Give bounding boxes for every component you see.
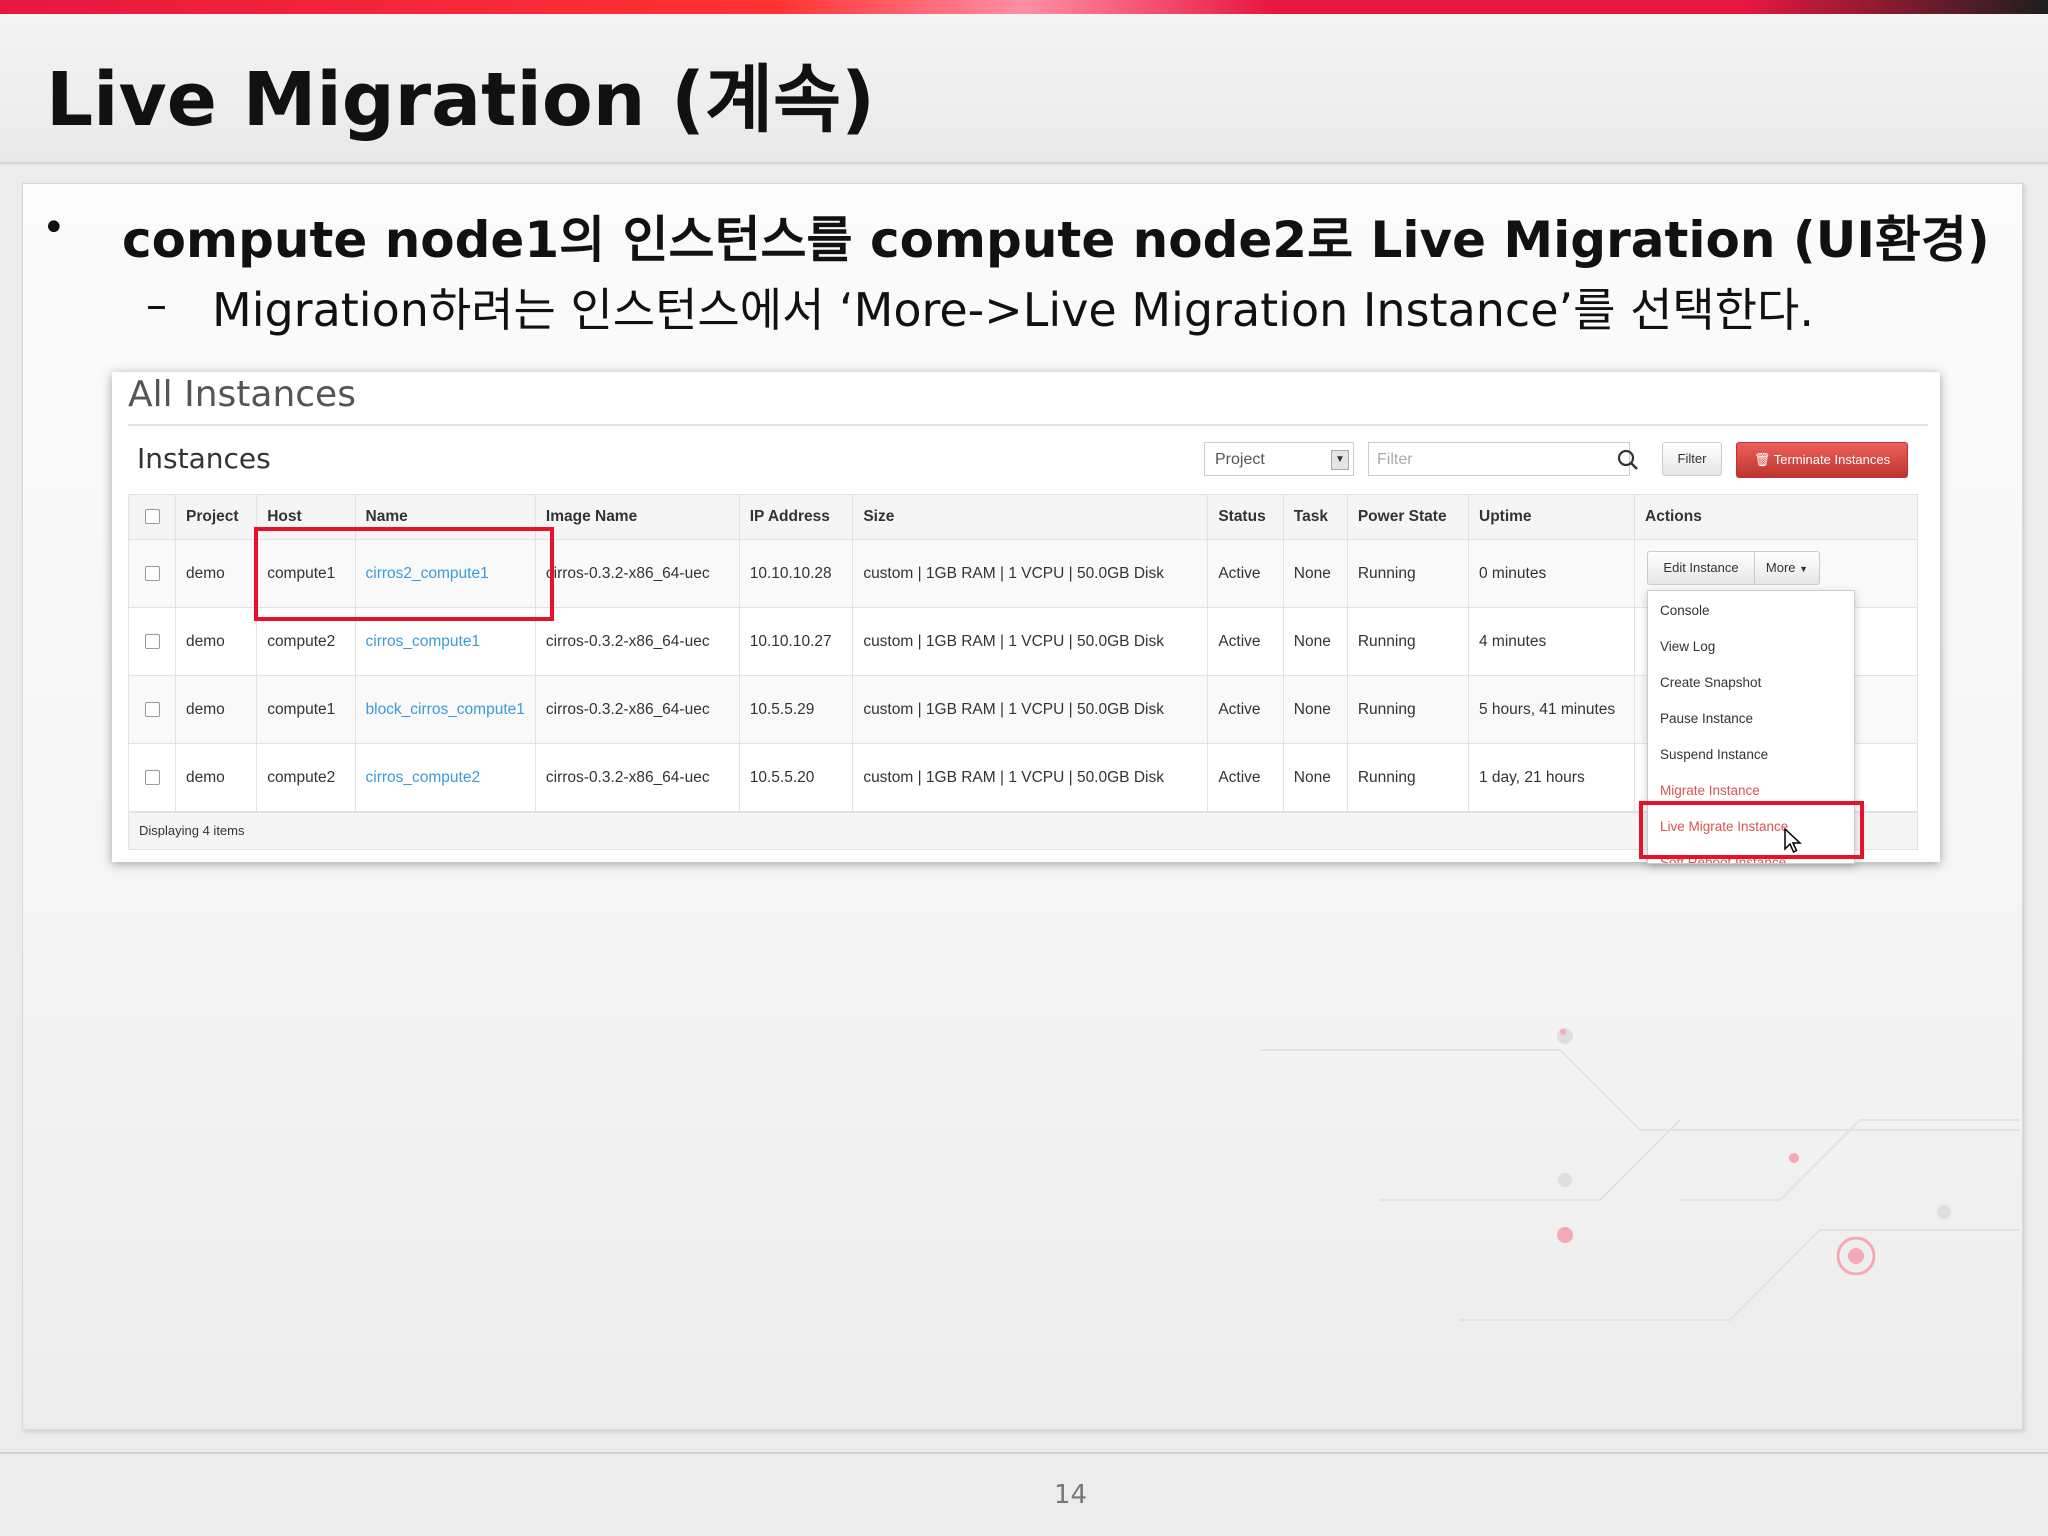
instance-name-link[interactable]: block_cirros_compute1 [354, 675, 536, 744]
row-select-cell [128, 743, 176, 812]
select-all-checkbox[interactable] [144, 509, 160, 525]
cell-task: None [1282, 675, 1348, 744]
cell-image: cirros-0.3.2-x86_64-uec [534, 743, 740, 812]
page-number: 14 [1054, 1480, 1088, 1510]
cell-status: Active [1207, 607, 1284, 676]
column-header[interactable]: Uptime [1468, 494, 1635, 540]
row-checkbox[interactable] [144, 565, 160, 581]
circuit-decoration [1260, 1028, 2020, 1321]
row-select-cell [128, 675, 176, 744]
cell-uptime: 1 day, 21 hours [1468, 743, 1635, 812]
footer-divider [0, 1452, 2048, 1454]
cell-size: custom | 1GB RAM | 1 VCPU | 50.0GB Disk [852, 607, 1209, 676]
search-icon[interactable] [1617, 449, 1639, 471]
project-select-value: Project [1215, 451, 1265, 468]
column-header[interactable]: Status [1207, 494, 1284, 540]
cell-size: custom | 1GB RAM | 1 VCPU | 50.0GB Disk [852, 539, 1209, 608]
page-title: All Instances [128, 374, 356, 415]
column-header[interactable]: Project [174, 494, 258, 540]
bullet-marker: • [42, 205, 66, 251]
cell-image: cirros-0.3.2-x86_64-uec [534, 675, 740, 744]
cell-task: None [1282, 743, 1348, 812]
highlight-instance-box [254, 527, 554, 621]
title-divider [128, 424, 1928, 426]
menu-item-view-log[interactable]: View Log [1660, 639, 1715, 654]
column-header[interactable]: Size [852, 494, 1209, 540]
column-header[interactable]: Task [1282, 494, 1348, 540]
cell-ip: 10.10.10.27 [738, 607, 854, 676]
row-select-cell [128, 607, 176, 676]
instance-name-link[interactable]: cirros_compute2 [354, 743, 536, 812]
chevron-down-icon: ▼ [1331, 450, 1349, 470]
slide-title: Live Migration (계속) [46, 57, 875, 143]
cell-size: custom | 1GB RAM | 1 VCPU | 50.0GB Disk [852, 675, 1209, 744]
cell-uptime: 0 minutes [1468, 539, 1635, 608]
cell-image: cirros-0.3.2-x86_64-uec [534, 607, 740, 676]
sub-bullet-marker: – [146, 280, 167, 329]
cell-ip: 10.10.10.28 [738, 539, 854, 608]
column-header[interactable]: IP Address [738, 494, 854, 540]
highlight-live-migrate-box [1639, 801, 1864, 859]
cell-task: None [1282, 607, 1348, 676]
row-select-cell [128, 539, 176, 608]
cell-ip: 10.5.5.29 [738, 675, 854, 744]
cell-power: Running [1346, 743, 1470, 812]
cell-power: Running [1346, 539, 1470, 608]
cell-project: demo [174, 675, 258, 744]
column-header[interactable]: Power State [1346, 494, 1470, 540]
column-header: Actions [1634, 494, 1918, 540]
column-header[interactable]: Image Name [534, 494, 740, 540]
cell-host: compute2 [256, 743, 356, 812]
filter-button[interactable]: Filter [1662, 442, 1722, 476]
row-checkbox[interactable] [144, 633, 160, 649]
table-title: Instances [137, 442, 271, 475]
cell-image: cirros-0.3.2-x86_64-uec [534, 539, 740, 608]
filter-input[interactable]: Filter [1368, 442, 1630, 476]
cell-project: demo [174, 539, 258, 608]
cell-status: Active [1207, 743, 1284, 812]
cell-project: demo [174, 743, 258, 812]
menu-item-console[interactable]: Console [1660, 603, 1710, 618]
cell-status: Active [1207, 675, 1284, 744]
terminate-button-label: Terminate Instances [1773, 452, 1891, 467]
row-checkbox[interactable] [144, 769, 160, 785]
cell-ip: 10.5.5.20 [738, 743, 854, 812]
cell-power: Running [1346, 675, 1470, 744]
more-button[interactable]: More ▼ [1754, 551, 1820, 585]
cell-status: Active [1207, 539, 1284, 608]
cell-host: compute1 [256, 675, 356, 744]
bullet-sub-text: Migration하려는 인스턴스에서 ‘More->Live Migratio… [212, 283, 1814, 337]
bullet-main-text: compute node1의 인스턴스를 compute node2로 Live… [122, 211, 1990, 269]
cell-size: custom | 1GB RAM | 1 VCPU | 50.0GB Disk [852, 743, 1209, 812]
cell-uptime: 4 minutes [1468, 607, 1635, 676]
menu-item-migrate-instance[interactable]: Migrate Instance [1660, 783, 1760, 798]
cell-power: Running [1346, 607, 1470, 676]
terminate-instances-button[interactable]: 🗑 Terminate Instances [1736, 442, 1908, 478]
cell-project: demo [174, 607, 258, 676]
select-all-header [128, 494, 176, 540]
trash-icon: 🗑 [1753, 452, 1771, 467]
menu-item-pause-instance[interactable]: Pause Instance [1660, 711, 1753, 726]
project-select[interactable]: Project ▼ [1204, 442, 1354, 476]
cell-task: None [1282, 539, 1348, 608]
menu-item-create-snapshot[interactable]: Create Snapshot [1660, 675, 1761, 690]
top-accent-bar [0, 0, 2048, 14]
cell-uptime: 5 hours, 41 minutes [1468, 675, 1635, 744]
horizon-screenshot: All Instances Instances Project ▼ Filter… [112, 372, 1940, 864]
row-checkbox[interactable] [144, 701, 160, 717]
caret-down-icon: ▼ [1799, 564, 1809, 574]
more-button-label: More [1765, 560, 1796, 575]
edit-instance-button[interactable]: Edit Instance [1647, 551, 1755, 585]
menu-item-suspend-instance[interactable]: Suspend Instance [1660, 747, 1768, 762]
